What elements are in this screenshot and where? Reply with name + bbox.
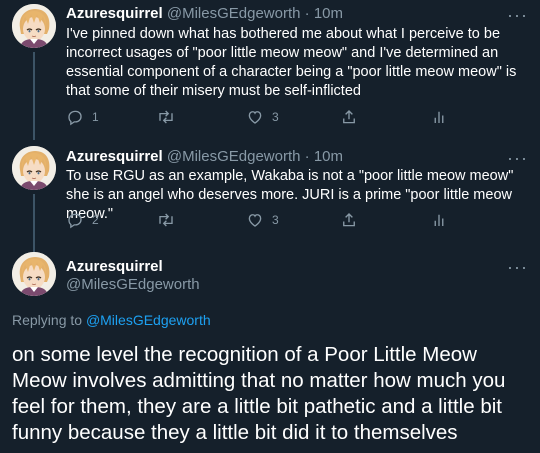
more-options-icon[interactable]: ···: [507, 258, 528, 276]
main-tweet-text: on some level the recognition of a Poor …: [12, 343, 506, 444]
handle[interactable]: @MilesGEdgeworth: [66, 276, 200, 293]
display-name[interactable]: Azuresquirrel: [66, 258, 163, 275]
main-tweet: Azuresquirrel @MilesGEdgeworth ··· Reply…: [0, 0, 540, 453]
avatar-image: [12, 252, 56, 296]
replying-to: Replying to @MilesGEdgeworth: [12, 312, 211, 328]
replying-mention-link[interactable]: @MilesGEdgeworth: [86, 312, 211, 328]
replying-prefix: Replying to: [12, 312, 83, 328]
avatar[interactable]: [12, 252, 56, 296]
